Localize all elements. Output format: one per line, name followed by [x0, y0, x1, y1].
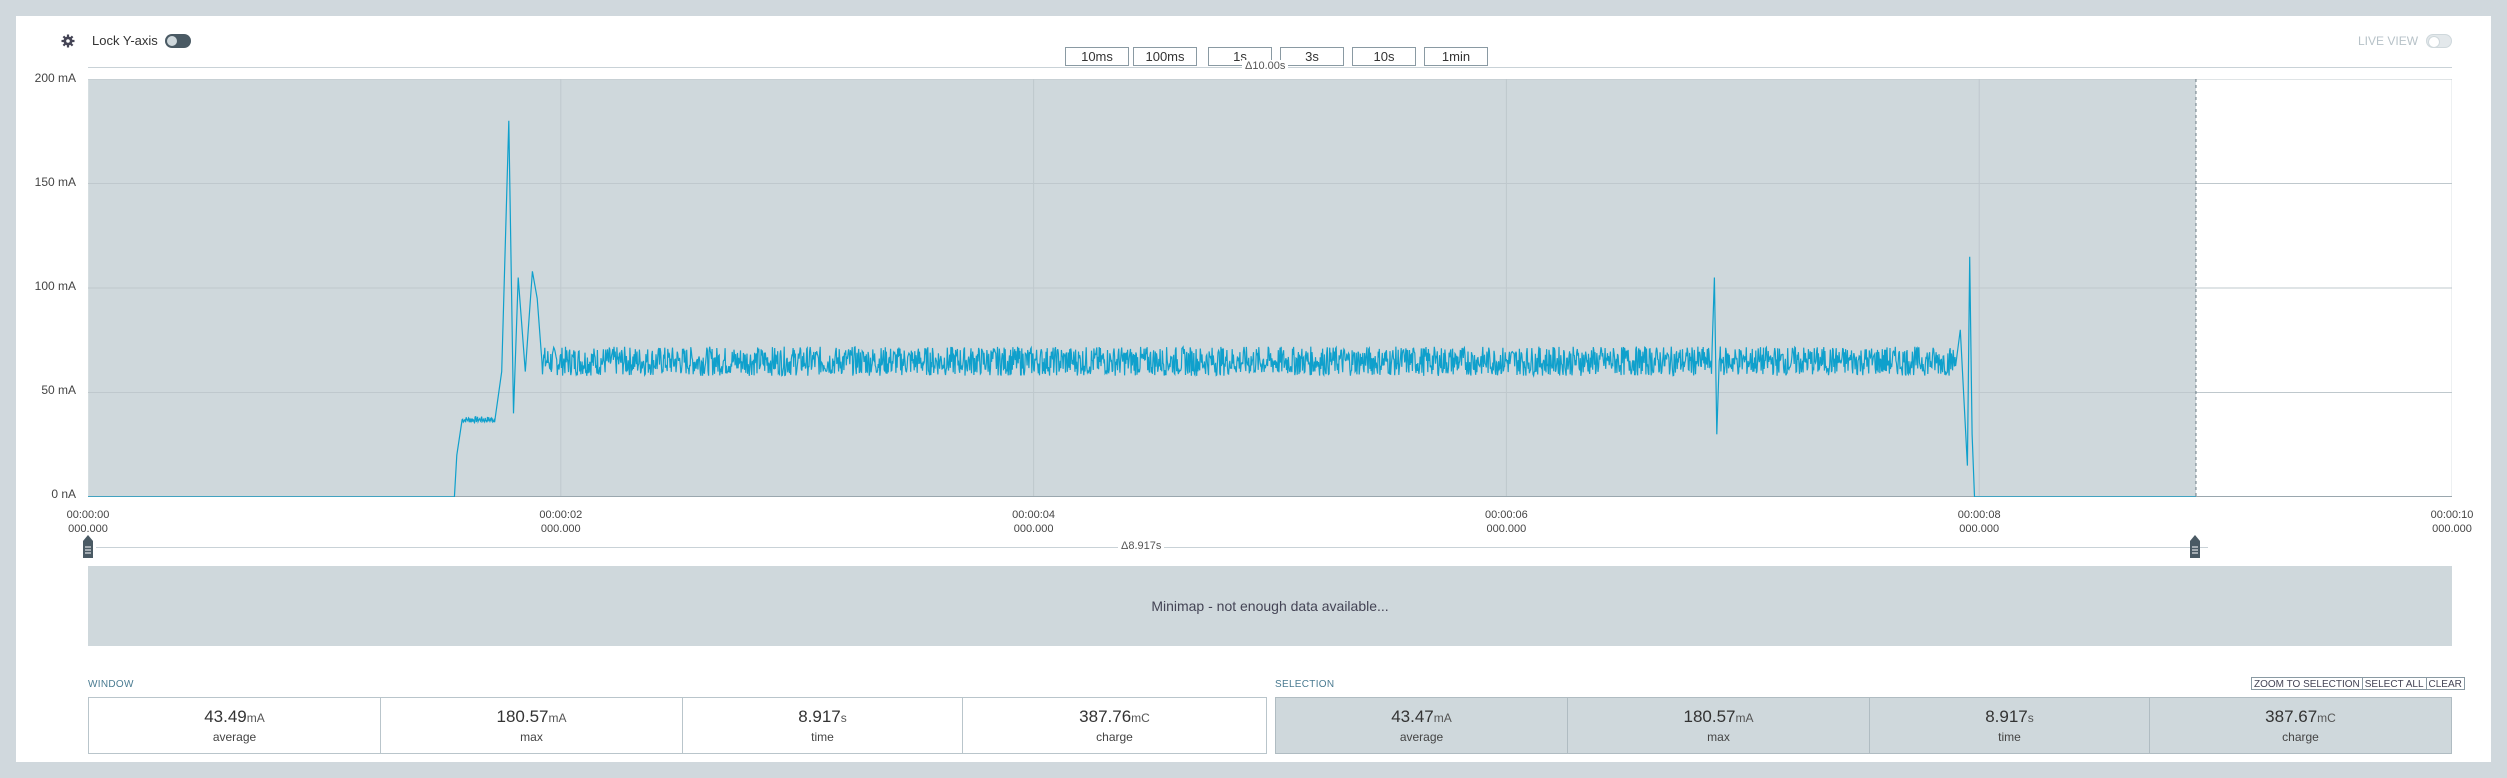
zoom-to-selection-button[interactable]: ZOOM TO SELECTION	[2251, 677, 2363, 690]
x-tick-time: 00:00:00	[66, 509, 110, 521]
y-tick-label: 50 mA	[41, 383, 76, 397]
time-button-100ms[interactable]: 100ms	[1133, 47, 1197, 66]
current-chart[interactable]	[88, 79, 2452, 497]
x-tick-ms: 000.000	[68, 523, 108, 535]
window-max-stat: 180.57mA max	[381, 698, 683, 753]
window-average-stat: 43.49mA average	[89, 698, 381, 753]
stat-value: 8.917	[798, 707, 841, 726]
stat-value: 180.57	[1683, 707, 1736, 726]
stat-label: time	[811, 730, 834, 744]
x-tick-time: 00:00:06	[1484, 509, 1528, 521]
selection-charge-stat: 387.67mC charge	[2150, 698, 2451, 753]
stat-label: charge	[2282, 730, 2319, 744]
top-span-label: Δ10.00s	[1242, 60, 1289, 72]
x-tick-label: 00:00:10 000.000	[2412, 508, 2492, 536]
x-tick-ms: 000.000	[1486, 523, 1527, 535]
stat-unit: mA	[246, 711, 265, 725]
x-tick-ms: 000.000	[1959, 523, 2000, 535]
stat-label: average	[212, 730, 257, 744]
clear-button[interactable]: CLEAR	[2426, 677, 2465, 690]
x-tick-ms: 000.000	[1013, 523, 1054, 535]
y-tick-label: 0 nA	[51, 487, 76, 501]
x-tick-ms: 000.000	[2432, 523, 2472, 535]
lock-y-axis-toggle[interactable]	[165, 34, 191, 48]
minimap-message: Minimap - not enough data available...	[1151, 598, 1389, 614]
window-charge-stat: 387.76mC charge	[963, 698, 1266, 753]
stat-value: 43.47	[1391, 707, 1434, 726]
stat-label: time	[1998, 730, 2021, 744]
stat-unit: mC	[2317, 711, 2336, 725]
y-tick-label: 150 mA	[34, 175, 76, 189]
x-tick-time: 00:00:08	[1957, 509, 2001, 521]
x-tick-label: 00:00:08 000.000	[1939, 508, 2019, 536]
stat-unit: mA	[1735, 711, 1754, 725]
x-tick-label: 00:00:04 000.000	[994, 508, 1074, 536]
selection-time-stat: 8.917s time	[1870, 698, 2150, 753]
select-all-button[interactable]: SELECT ALL	[2362, 677, 2427, 690]
selection-section-title: SELECTION	[1275, 679, 1335, 690]
minimap[interactable]: Minimap - not enough data available...	[88, 566, 2452, 646]
selection-start-handle[interactable]	[82, 535, 94, 559]
live-view-toggle[interactable]	[2426, 34, 2452, 48]
live-view-label: LIVE VIEW	[2358, 34, 2419, 48]
stat-label: average	[1399, 730, 1444, 744]
x-tick-time: 00:00:10	[2430, 509, 2474, 521]
x-tick-label: 00:00:02 000.000	[521, 508, 601, 536]
lock-y-axis-label: Lock Y-axis	[92, 33, 158, 48]
stat-unit: mC	[1131, 711, 1150, 725]
time-button-1min[interactable]: 1min	[1424, 47, 1488, 66]
time-button-10ms[interactable]: 10ms	[1065, 47, 1129, 66]
window-section-title: WINDOW	[88, 679, 134, 690]
window-time-stat: 8.917s time	[683, 698, 963, 753]
selection-stats: 43.47mA average 180.57mA max 8.917s time…	[1275, 697, 2452, 754]
x-tick-time: 00:00:04	[1012, 509, 1055, 521]
time-button-3s[interactable]: 3s	[1280, 47, 1344, 66]
window-stats: 43.49mA average 180.57mA max 8.917s time…	[88, 697, 1267, 754]
selection-end-handle[interactable]	[2189, 535, 2201, 559]
stat-value: 8.917	[1985, 707, 2028, 726]
stat-unit: s	[840, 711, 847, 725]
stat-value: 387.67	[2265, 707, 2318, 726]
stat-value: 180.57	[496, 707, 549, 726]
selection-buttons: ZOOM TO SELECTION SELECT ALL CLEAR	[2251, 677, 2465, 690]
selection-span-label: Δ8.917s	[1118, 540, 1165, 552]
app-panel: Lock Y-axis 10ms 100ms 1s 3s 10s 1min LIVE VI…	[16, 16, 2491, 762]
time-button-10s[interactable]: 10s	[1352, 47, 1416, 66]
x-tick-label: 00:00:00 000.000	[48, 508, 128, 536]
stat-value: 387.76	[1079, 707, 1132, 726]
stat-value: 43.49	[204, 707, 247, 726]
stat-unit: s	[2027, 711, 2034, 725]
stat-unit: mA	[1433, 711, 1452, 725]
y-tick-label: 200 mA	[34, 71, 76, 85]
x-tick-ms: 000.000	[540, 523, 581, 535]
selection-max-stat: 180.57mA max	[1568, 698, 1870, 753]
settings-gear-icon[interactable]	[61, 34, 75, 48]
selection-average-stat: 43.47mA average	[1276, 698, 1568, 753]
x-tick-label: 00:00:06 000.000	[1466, 508, 1546, 536]
x-tick-time: 00:00:02	[539, 509, 583, 521]
stat-label: max	[520, 730, 543, 744]
stat-label: charge	[1096, 730, 1133, 744]
stat-unit: mA	[548, 711, 567, 725]
stat-label: max	[1707, 730, 1730, 744]
y-tick-label: 100 mA	[34, 279, 76, 293]
